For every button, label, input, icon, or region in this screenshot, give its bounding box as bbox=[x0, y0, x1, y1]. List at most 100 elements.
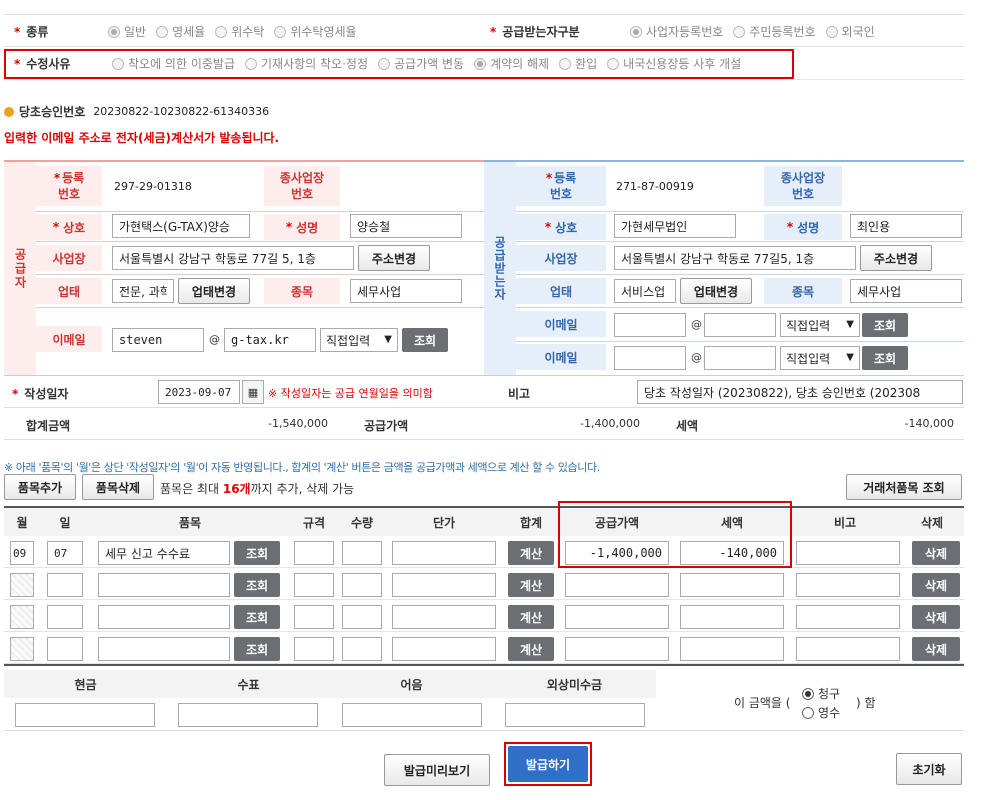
supplier-email-id-input[interactable] bbox=[112, 328, 204, 352]
check-input[interactable] bbox=[178, 703, 318, 727]
row-item-input[interactable] bbox=[98, 573, 230, 597]
reset-button[interactable]: 초기화 bbox=[896, 753, 962, 785]
reason-correction[interactable]: 기재사항의 착오·정정 bbox=[245, 55, 368, 72]
kind-option-zero[interactable]: 영세율 bbox=[156, 23, 205, 40]
supplier-email-domain-input[interactable] bbox=[224, 328, 316, 352]
add-item-button[interactable]: 품목추가 bbox=[4, 474, 76, 500]
row-delete-button[interactable]: 삭제 bbox=[912, 637, 960, 661]
receiver-biz-input[interactable] bbox=[614, 279, 676, 303]
memo-input[interactable] bbox=[637, 380, 963, 404]
claim-radio[interactable]: 청구 bbox=[802, 685, 840, 702]
bill-input[interactable] bbox=[342, 703, 482, 727]
row-qty-input[interactable] bbox=[342, 637, 382, 661]
row-item-input[interactable] bbox=[98, 605, 230, 629]
row-item-lookup-button[interactable]: 조회 bbox=[234, 573, 280, 597]
row-spec-input[interactable] bbox=[294, 573, 334, 597]
issue-button[interactable]: 발급하기 bbox=[508, 746, 588, 782]
row-calc-button[interactable]: 계산 bbox=[508, 605, 554, 629]
row-item-lookup-button[interactable]: 조회 bbox=[234, 605, 280, 629]
kind-option-general[interactable]: 일반 bbox=[108, 23, 146, 40]
receiver-kind-biz[interactable]: 사업자등록번호 bbox=[630, 23, 723, 40]
kind-option-consign-zero[interactable]: 위수탁영세율 bbox=[274, 23, 357, 40]
row-spec-input[interactable] bbox=[294, 541, 334, 565]
receiver-kind-foreign[interactable]: 외국인 bbox=[825, 23, 875, 40]
row-item-input[interactable] bbox=[98, 541, 230, 565]
credit-input[interactable] bbox=[505, 703, 645, 727]
receiver-kind-resident[interactable]: 주민등록번호 bbox=[733, 23, 816, 40]
receipt-radio[interactable]: 영수 bbox=[802, 704, 840, 721]
row-item-lookup-button[interactable]: 조회 bbox=[234, 637, 280, 661]
reason-cancel-contract[interactable]: 계약의 해제 bbox=[474, 55, 549, 72]
receiver-email-lookup-button-1[interactable]: 조회 bbox=[862, 313, 908, 337]
date-input[interactable] bbox=[158, 380, 240, 404]
row-supply-input[interactable] bbox=[565, 637, 669, 661]
supplier-name-input[interactable] bbox=[112, 214, 250, 238]
receiver-addr-change-button[interactable]: 주소변경 bbox=[860, 245, 932, 271]
calendar-icon[interactable]: ▦ bbox=[242, 380, 264, 404]
reason-price-change[interactable]: 공급가액 변동 bbox=[378, 55, 464, 72]
row-supply-input[interactable] bbox=[565, 541, 669, 565]
supplier-addr-change-button[interactable]: 주소변경 bbox=[358, 245, 430, 271]
receiver-item-input[interactable] bbox=[850, 279, 962, 303]
row-qty-input[interactable] bbox=[342, 541, 382, 565]
supplier-email-lookup-button[interactable]: 조회 bbox=[402, 328, 448, 352]
supplier-biz-input[interactable] bbox=[112, 279, 174, 303]
supplier-rep-input[interactable] bbox=[350, 214, 462, 238]
row-qty-input[interactable] bbox=[342, 605, 382, 629]
row-qty-input[interactable] bbox=[342, 573, 382, 597]
row-calc-button[interactable]: 계산 bbox=[508, 573, 554, 597]
delete-item-button[interactable]: 품목삭제 bbox=[82, 474, 154, 500]
row-day-input[interactable] bbox=[47, 637, 83, 661]
row-item-input[interactable] bbox=[98, 637, 230, 661]
row-calc-button[interactable]: 계산 bbox=[508, 637, 554, 661]
row-month-input[interactable] bbox=[10, 605, 34, 629]
row-month-input[interactable] bbox=[10, 573, 34, 597]
row-delete-button[interactable]: 삭제 bbox=[912, 541, 960, 565]
row-unit-price-input[interactable] bbox=[392, 573, 496, 597]
issue-preview-button[interactable]: 발급미리보기 bbox=[384, 754, 490, 786]
row-supply-input[interactable] bbox=[565, 573, 669, 597]
row-day-input[interactable] bbox=[47, 605, 83, 629]
receiver-email-domain-input-2[interactable] bbox=[704, 346, 776, 370]
row-unit-price-input[interactable] bbox=[392, 541, 496, 565]
supplier-email-select[interactable]: 직접입력 ▼ bbox=[320, 328, 398, 352]
supplier-addr-input[interactable] bbox=[112, 246, 354, 270]
receiver-email-id-input-2[interactable] bbox=[614, 346, 686, 370]
row-calc-button[interactable]: 계산 bbox=[508, 541, 554, 565]
receiver-email-id-input-1[interactable] bbox=[614, 313, 686, 337]
row-memo-input[interactable] bbox=[796, 605, 900, 629]
row-memo-input[interactable] bbox=[796, 637, 900, 661]
receiver-email-select-2[interactable]: 직접입력 ▼ bbox=[780, 346, 860, 370]
reason-duplicate[interactable]: 착오에 의한 이중발급 bbox=[112, 55, 235, 72]
row-unit-price-input[interactable] bbox=[392, 605, 496, 629]
row-spec-input[interactable] bbox=[294, 605, 334, 629]
kind-option-consign[interactable]: 위수탁 bbox=[215, 23, 264, 40]
reason-return[interactable]: 환입 bbox=[559, 55, 597, 72]
row-tax-input[interactable] bbox=[680, 541, 784, 565]
row-memo-input[interactable] bbox=[796, 573, 900, 597]
row-tax-input[interactable] bbox=[680, 637, 784, 661]
row-delete-button[interactable]: 삭제 bbox=[912, 573, 960, 597]
row-memo-input[interactable] bbox=[796, 541, 900, 565]
row-month-input[interactable] bbox=[10, 541, 34, 565]
row-delete-button[interactable]: 삭제 bbox=[912, 605, 960, 629]
row-spec-input[interactable] bbox=[294, 637, 334, 661]
receiver-email-domain-input-1[interactable] bbox=[704, 313, 776, 337]
reason-local-lc[interactable]: 내국신용장등 사후 개설 bbox=[607, 55, 741, 72]
row-day-input[interactable] bbox=[47, 573, 83, 597]
row-unit-price-input[interactable] bbox=[392, 637, 496, 661]
row-tax-input[interactable] bbox=[680, 605, 784, 629]
partner-items-lookup-button[interactable]: 거래처품목 조회 bbox=[846, 474, 962, 500]
row-item-lookup-button[interactable]: 조회 bbox=[234, 541, 280, 565]
row-month-input[interactable] bbox=[10, 637, 34, 661]
row-day-input[interactable] bbox=[47, 541, 83, 565]
receiver-rep-input[interactable] bbox=[850, 214, 962, 238]
supplier-biz-change-button[interactable]: 업태변경 bbox=[178, 278, 250, 304]
receiver-addr-input[interactable] bbox=[614, 246, 856, 270]
receiver-email-select-1[interactable]: 직접입력 ▼ bbox=[780, 313, 860, 337]
row-supply-input[interactable] bbox=[565, 605, 669, 629]
receiver-name-input[interactable] bbox=[614, 214, 736, 238]
receiver-email-lookup-button-2[interactable]: 조회 bbox=[862, 346, 908, 370]
cash-input[interactable] bbox=[15, 703, 155, 727]
supplier-item-input[interactable] bbox=[350, 279, 462, 303]
